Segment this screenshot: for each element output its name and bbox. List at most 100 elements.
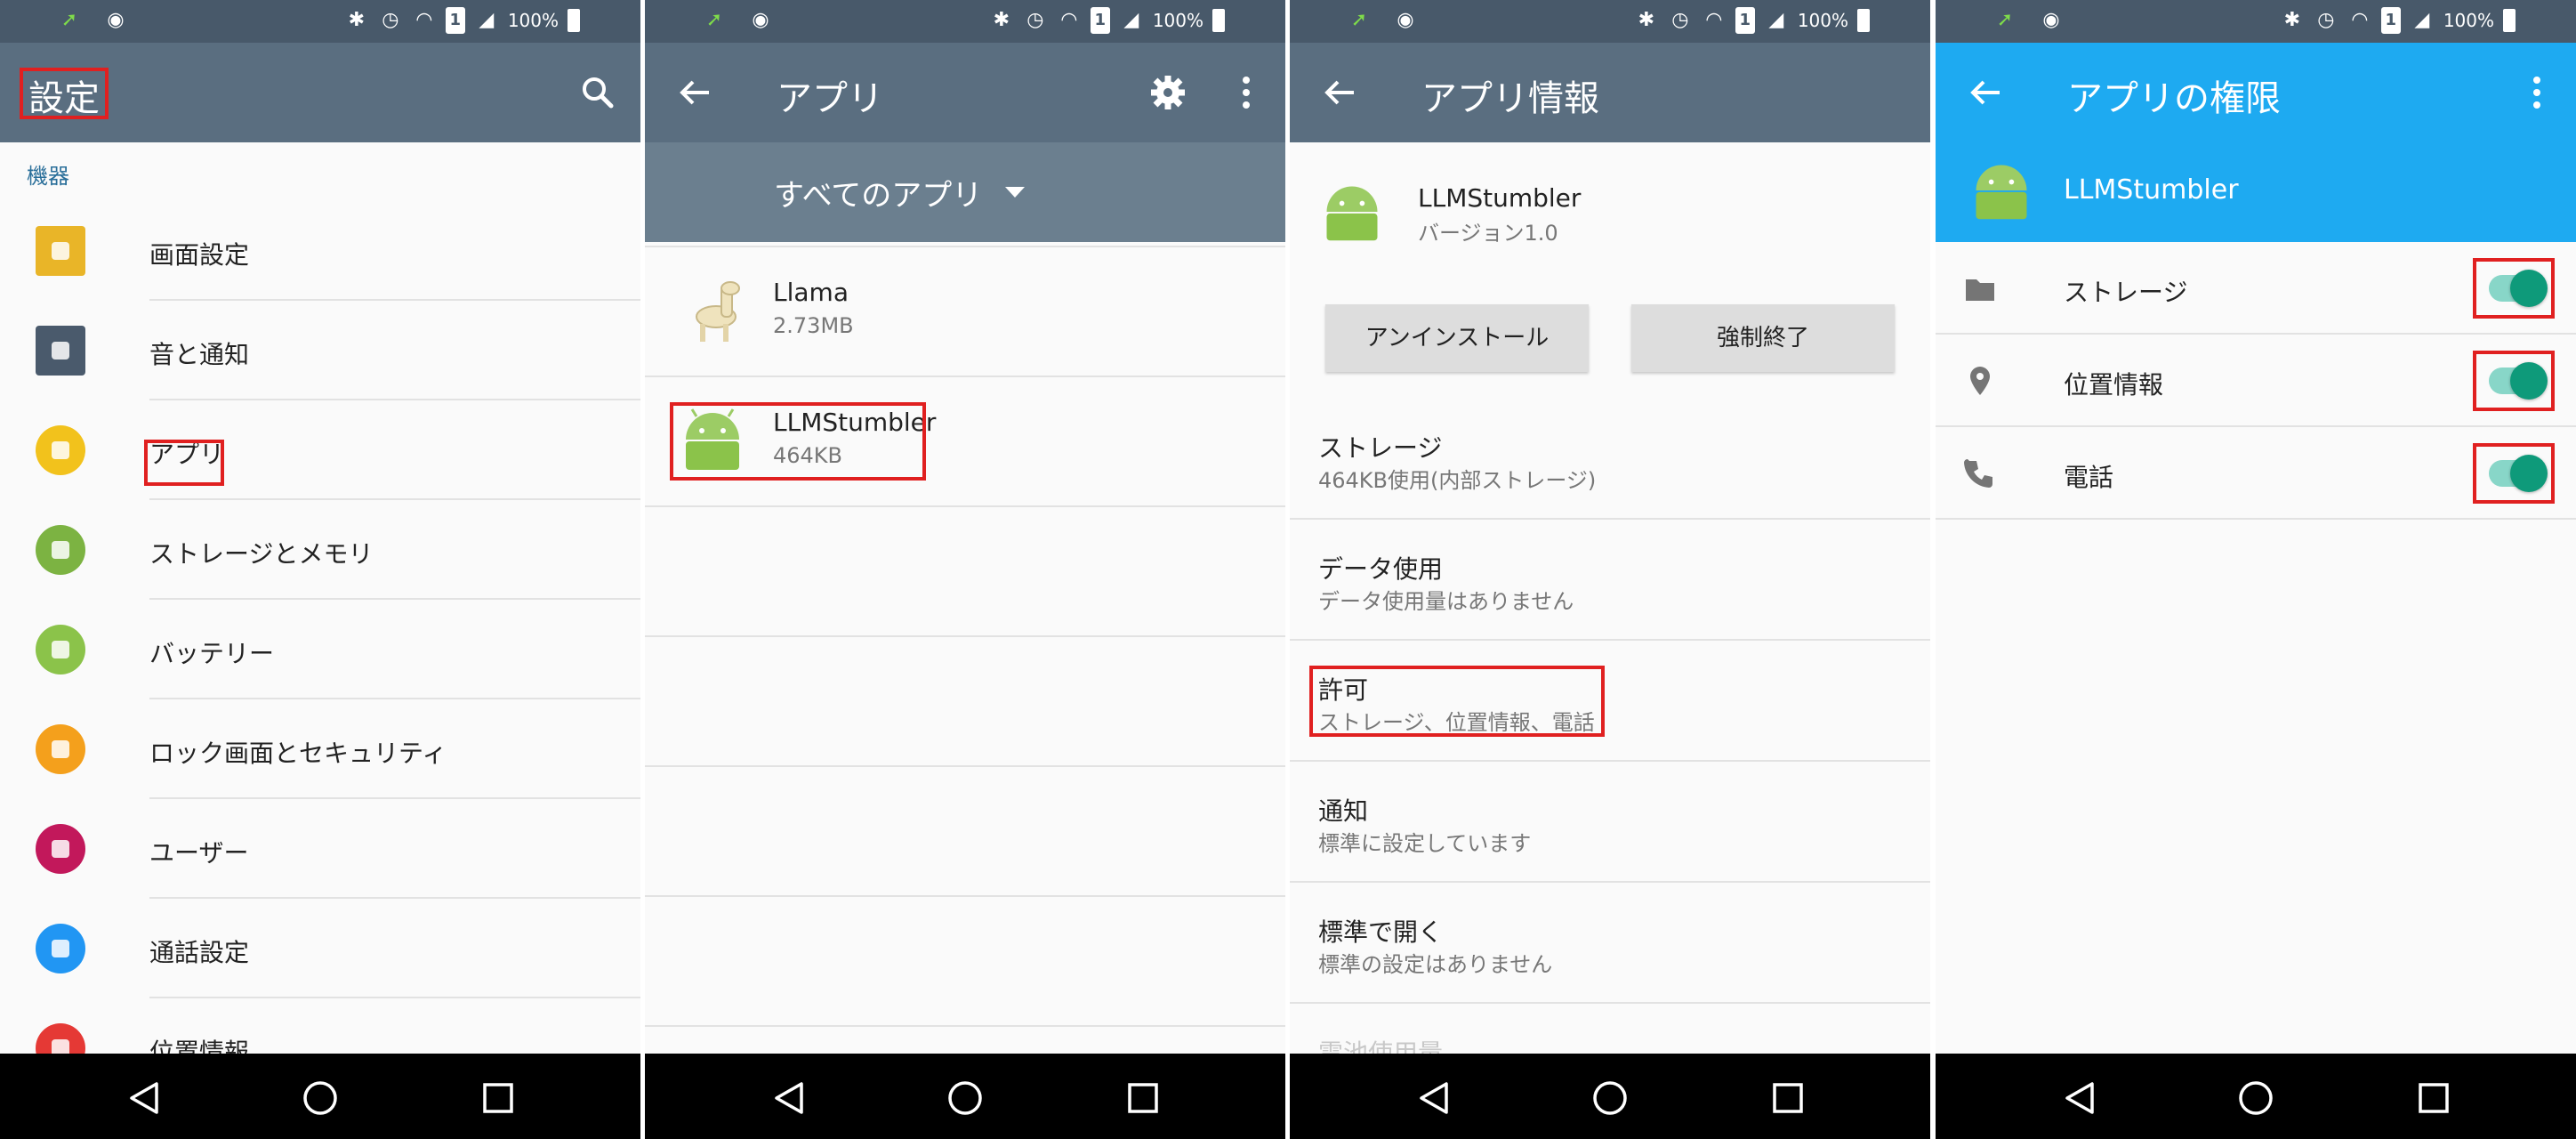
lock-icon [36, 724, 85, 774]
app-permissions-screen: ➚ ◉ ✱ ◷ ◠ 1 ◢ 100% アプリの権限 LLMStumbler スト… [1936, 0, 2576, 1139]
divider [645, 1025, 1285, 1027]
settings-item[interactable]: 画面設定 [0, 201, 640, 301]
sim-icon: 1 [2380, 7, 2401, 34]
home-icon[interactable] [1590, 1078, 1630, 1118]
settings-item[interactable]: ストレージとメモリ [0, 500, 640, 600]
back-icon[interactable] [769, 1078, 809, 1118]
permission-row[interactable]: 電話 [1936, 427, 2576, 520]
llama-notification-icon: ➚ [60, 9, 78, 31]
battery-icon [1857, 9, 1870, 32]
highlight-box [144, 440, 224, 486]
recents-icon[interactable] [479, 1078, 518, 1118]
back-arrow-icon[interactable] [672, 68, 721, 117]
permission-row[interactable]: ストレージ [1936, 242, 2576, 335]
app-info-row[interactable]: ストレージ 464KB使用(内部ストレージ) [1290, 399, 1930, 520]
home-icon[interactable] [2236, 1078, 2275, 1118]
more-options-icon[interactable] [2512, 68, 2562, 117]
screenshot-collage: ➚ ◉ ✱ ◷ ◠ 1 ◢ 100% 設定 機器 画面設定 音と通知 アプリ ストレー… [0, 0, 2576, 1139]
phone-handset-icon [1964, 459, 1992, 488]
back-icon[interactable] [1414, 1078, 1453, 1118]
permission-row[interactable]: 位置情報 [1936, 335, 2576, 427]
icon-glyph [52, 541, 69, 559]
recents-icon[interactable] [1768, 1078, 1807, 1118]
home-icon[interactable] [946, 1078, 985, 1118]
app-info-row[interactable]: 標準で開く 標準の設定はありません [1290, 883, 1930, 1004]
back-arrow-icon[interactable] [1316, 68, 1366, 117]
battery-icon [568, 9, 580, 32]
highlight-box [2473, 258, 2555, 319]
bluetooth-icon: ✱ [993, 9, 1010, 31]
settings-item-label: バッテリー [149, 639, 275, 668]
battery-percent: 100% [1152, 10, 1203, 31]
gear-icon[interactable] [1143, 68, 1193, 117]
status-bar: ➚ ◉ ✱ ◷ ◠ 1 ◢ 100% [0, 0, 640, 43]
row-title: 通知 [1318, 796, 1369, 826]
settings-item[interactable]: アプリ [0, 400, 640, 500]
settings-item[interactable]: ロック画面とセキュリティ [0, 699, 640, 799]
location-pin-icon [1970, 367, 1990, 395]
alarm-icon: ◷ [382, 9, 399, 31]
android-app-icon [1326, 186, 1378, 241]
settings-item[interactable]: 通話設定 [0, 899, 640, 998]
battery-icon [1212, 9, 1225, 32]
battery-icon [2503, 9, 2516, 32]
llama-notification-icon: ➚ [1350, 9, 1368, 31]
settings-item[interactable]: バッテリー [0, 600, 640, 699]
divider [645, 895, 1285, 897]
icon-glyph [52, 740, 69, 758]
app-bar: 設定 [0, 43, 640, 142]
app-version: バージョン1.0 [1418, 221, 1558, 246]
signal-icon: ◢ [1768, 9, 1784, 31]
alarm-icon: ◷ [2317, 9, 2335, 31]
apps-screen: ➚ ◉ ✱ ◷ ◠ 1 ◢ 100% アプリ すべてのアプリ Llama 2.7… [645, 0, 1285, 1139]
recents-icon[interactable] [1123, 1078, 1163, 1118]
app-row-llama[interactable]: Llama 2.73MB [645, 247, 1285, 376]
settings-item[interactable]: 音と通知 [0, 301, 640, 400]
divider [645, 505, 1285, 507]
row-subtitle: 標準に設定しています [1318, 831, 1532, 856]
app-info-row[interactable]: データ使用 データ使用量はありません [1290, 520, 1930, 641]
bluetooth-icon: ✱ [348, 9, 366, 31]
recents-icon[interactable] [2414, 1078, 2453, 1118]
force-stop-button[interactable]: 強制終了 [1631, 304, 1895, 372]
filter-dropdown[interactable]: すべてのアプリ [774, 171, 1026, 214]
app-size: 2.73MB [773, 313, 854, 338]
row-title: ストレージ [1318, 433, 1443, 463]
llama-notification-icon: ➚ [705, 9, 723, 31]
storage-icon [36, 525, 85, 575]
signal-icon: ◢ [1123, 9, 1139, 31]
alarm-icon: ◷ [1026, 9, 1044, 31]
app-name: LLMStumbler [2064, 174, 2239, 206]
app-info-row[interactable]: 通知標準に設定しています [1290, 762, 1930, 883]
status-bar: ➚ ◉ ✱ ◷ ◠ 1 ◢ 100% [1290, 0, 1930, 43]
section-header: 機器 [27, 164, 69, 189]
wifi-icon: ◠ [1705, 9, 1723, 31]
app-bar: アプリの権限 [1936, 43, 2576, 142]
sim-icon: 1 [1090, 7, 1110, 34]
icon-glyph [52, 441, 69, 459]
settings-item-label: 音と通知 [149, 340, 250, 369]
highlight-box [2473, 351, 2555, 411]
permission-label: 電話 [2064, 463, 2114, 492]
settings-item-label: 通話設定 [149, 938, 250, 967]
navigation-bar [1290, 1054, 1930, 1139]
more-options-icon[interactable] [1221, 68, 1271, 117]
search-icon[interactable] [573, 68, 623, 117]
icon-glyph [52, 242, 69, 260]
navigation-bar [645, 1054, 1285, 1139]
status-bar: ➚ ◉ ✱ ◷ ◠ 1 ◢ 100% [1936, 0, 2576, 43]
highlight-box [20, 68, 109, 119]
back-icon[interactable] [2060, 1078, 2099, 1118]
row-title: 標準で開く [1318, 917, 1444, 947]
signal-icon: ◢ [479, 9, 495, 31]
android-notification-icon: ◉ [752, 9, 769, 31]
home-icon[interactable] [301, 1078, 340, 1118]
back-arrow-icon[interactable] [1962, 68, 2012, 117]
back-icon[interactable] [125, 1078, 164, 1118]
page-title: アプリの権限 [2067, 78, 2281, 119]
battery-percent: 100% [1797, 10, 1848, 31]
dropdown-arrow-icon [1005, 186, 1026, 198]
uninstall-button[interactable]: アンインストール [1325, 304, 1589, 372]
settings-item[interactable]: ユーザー [0, 799, 640, 899]
app-header: LLMStumbler [1936, 142, 2576, 242]
